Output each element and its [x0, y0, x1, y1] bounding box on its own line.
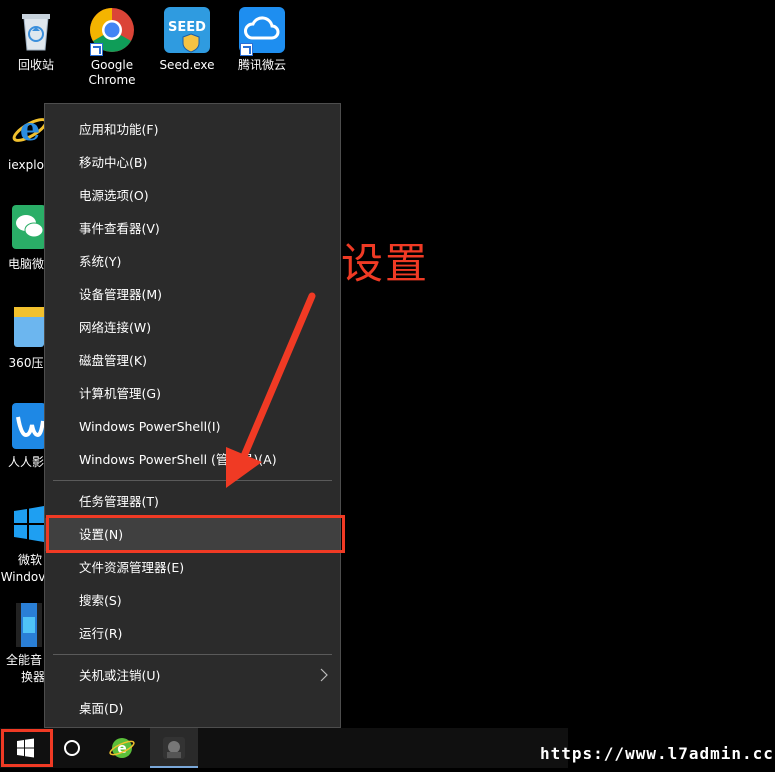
menu-item-device-manager[interactable]: 设备管理器(M): [45, 278, 340, 311]
settings-highlight-box: [46, 515, 345, 553]
shortcut-arrow-icon: [240, 43, 253, 56]
archive-icon: [14, 307, 44, 347]
taskbar-app-browser[interactable]: e: [98, 728, 146, 768]
menu-item-network-connections[interactable]: 网络连接(W): [45, 311, 340, 344]
desktop-icon-label: 360压: [8, 356, 44, 370]
chrome-icon: [88, 6, 136, 56]
menu-item-label: 关机或注销(U): [79, 668, 161, 683]
menu-item-search[interactable]: 搜索(S): [45, 584, 340, 617]
media-app-icon: [163, 737, 185, 759]
menu-separator: [53, 654, 332, 655]
menu-item-disk-management[interactable]: 磁盘管理(K): [45, 344, 340, 377]
desktop-icon-label: 回收站: [17, 58, 54, 72]
desktop-icon-label: 腾讯微云: [237, 58, 286, 72]
menu-item-mobility-center[interactable]: 移动中心(B): [45, 146, 340, 179]
winx-context-menu: 应用和功能(F) 移动中心(B) 电源选项(O) 事件查看器(V) 系统(Y) …: [44, 103, 341, 728]
desktop-icon-label: Seed.exe: [159, 58, 215, 72]
menu-item-event-viewer[interactable]: 事件查看器(V): [45, 212, 340, 245]
wechat-icon: [12, 205, 46, 249]
desktop-icon-label: Windov: [0, 570, 46, 584]
svg-text:e: e: [20, 110, 40, 148]
svg-text:SEED: SEED: [168, 20, 206, 35]
desktop-icon-label: 人人影: [7, 455, 44, 469]
browser-e-icon: e: [109, 738, 135, 758]
menu-item-power-options[interactable]: 电源选项(O): [45, 179, 340, 212]
chevron-right-icon: [320, 659, 328, 692]
desktop-icon-weiyun[interactable]: 腾讯微云: [226, 6, 298, 73]
desktop-icon-label: 电脑微: [7, 257, 44, 271]
seed-app-icon: SEED: [163, 6, 211, 54]
annotation-label: 设置: [341, 239, 430, 288]
taskbar: e: [0, 728, 568, 768]
film-converter-icon: [16, 603, 42, 647]
menu-item-desktop[interactable]: 桌面(D): [45, 692, 340, 725]
desktop-icon-chrome[interactable]: Google Chrome: [76, 6, 148, 88]
menu-separator: [53, 480, 332, 481]
desktop-icon-label: 换器: [20, 670, 45, 684]
recycle-bin-icon: [12, 6, 60, 54]
desktop-icon-seed[interactable]: SEED Seed.exe: [151, 6, 223, 73]
menu-item-task-manager[interactable]: 任务管理器(T): [45, 485, 340, 518]
desktop-icon-label: Google Chrome: [88, 58, 136, 87]
desktop-icon-windows[interactable]: [12, 505, 48, 553]
desktop-icon-converter[interactable]: [12, 603, 48, 651]
menu-item-shutdown-signout[interactable]: 关机或注销(U): [45, 659, 340, 692]
watermark-text: https://www.l7admin.cc: [540, 744, 774, 763]
desktop-icon-recycle-bin[interactable]: 回收站: [0, 6, 72, 73]
windows-logo-icon: [14, 506, 44, 542]
cortana-search-button[interactable]: [48, 728, 96, 768]
menu-item-apps-features[interactable]: 应用和功能(F): [45, 113, 340, 146]
shortcut-arrow-icon: [90, 43, 103, 56]
taskbar-app-media[interactable]: [150, 728, 198, 768]
start-button-highlight-box: [1, 729, 53, 767]
desktop-icon-label: 全能音: [5, 653, 42, 667]
desktop-icon-label: 微软: [17, 553, 42, 567]
menu-item-computer-management[interactable]: 计算机管理(G): [45, 377, 340, 410]
weiyun-cloud-icon: [238, 6, 286, 56]
desktop-icon-360zip[interactable]: [12, 303, 48, 351]
menu-item-powershell[interactable]: Windows PowerShell(I): [45, 410, 340, 443]
cortana-circle-icon: [64, 740, 80, 756]
renren-icon: [12, 403, 46, 449]
menu-item-run[interactable]: 运行(R): [45, 617, 340, 650]
menu-item-system[interactable]: 系统(Y): [45, 245, 340, 278]
desktop-icon-wechat[interactable]: [12, 205, 48, 251]
desktop-icon-renren[interactable]: [12, 403, 48, 451]
menu-item-file-explorer[interactable]: 文件资源管理器(E): [45, 551, 340, 584]
desktop-icon-label: iexplo: [8, 158, 44, 172]
menu-item-powershell-admin[interactable]: Windows PowerShell (管理员)(A): [45, 443, 340, 476]
